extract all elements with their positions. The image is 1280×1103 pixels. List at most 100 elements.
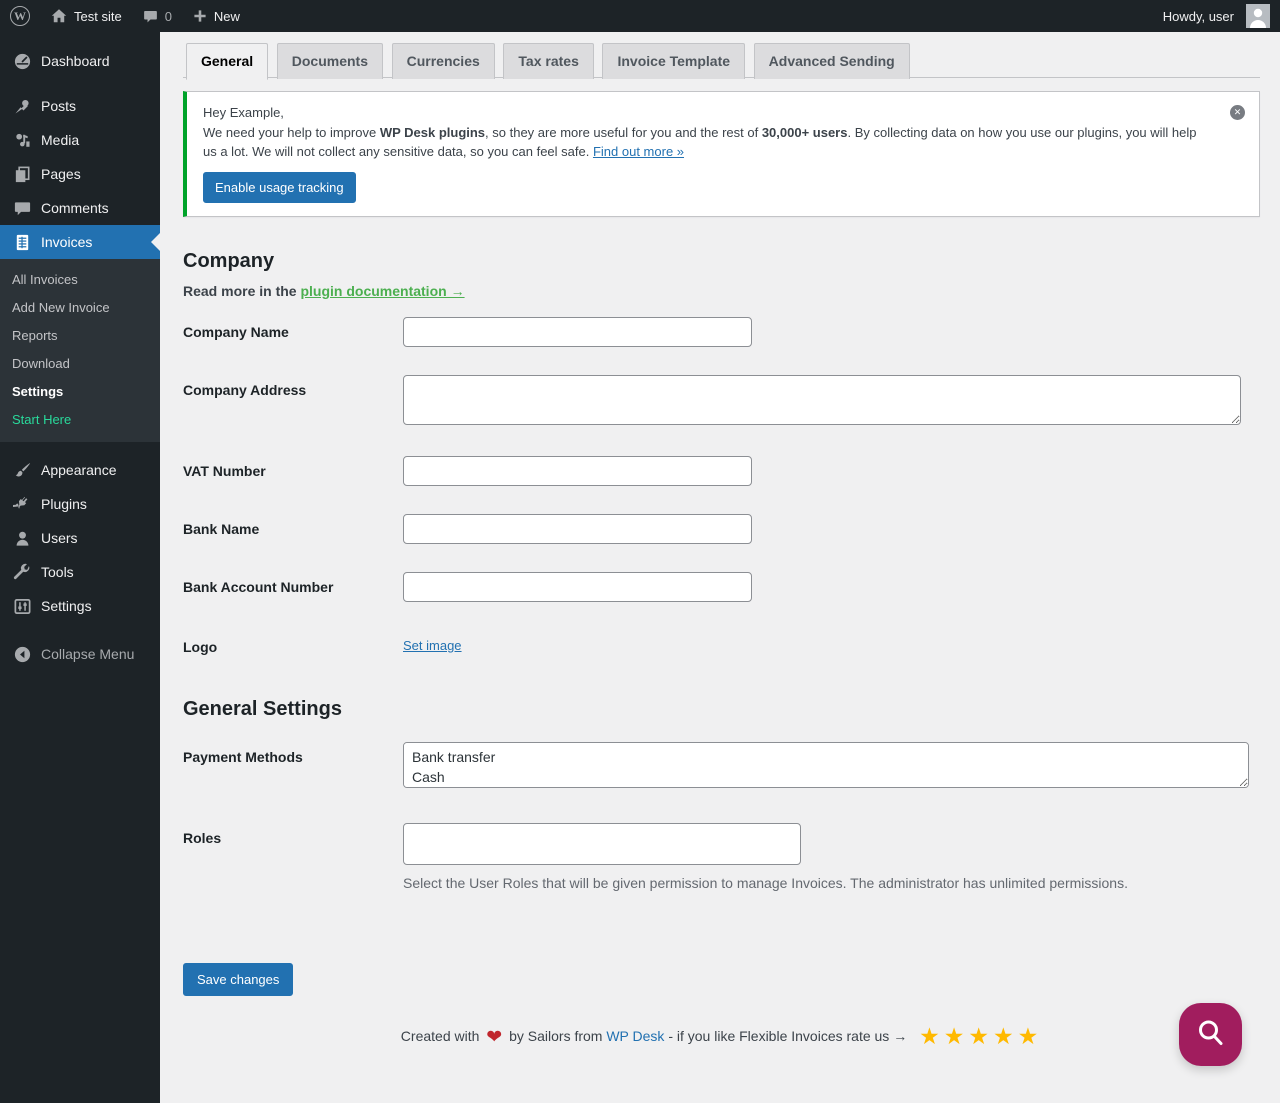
user-icon xyxy=(12,528,32,548)
sidebar-item-plugins[interactable]: Plugins xyxy=(0,487,160,521)
sidebar-item-media[interactable]: Media xyxy=(0,123,160,157)
new-label: New xyxy=(213,8,240,24)
submenu-add-new-invoice[interactable]: Add New Invoice xyxy=(0,294,160,322)
submenu-reports[interactable]: Reports xyxy=(0,322,160,350)
wordpress-logo-icon: W xyxy=(10,6,30,26)
bank-account-number-label: Bank Account Number xyxy=(183,579,334,595)
tab-advanced-sending[interactable]: Advanced Sending xyxy=(753,43,910,80)
sidebar-item-pages[interactable]: Pages xyxy=(0,157,160,191)
sidebar-item-appearance[interactable]: Appearance xyxy=(0,453,160,487)
sidebar-label-pages: Pages xyxy=(41,166,81,182)
comment-bubble-icon xyxy=(142,8,159,25)
payment-methods-label: Payment Methods xyxy=(183,748,303,765)
admin-bar-left: W Test site 0 New xyxy=(0,0,250,32)
media-icon xyxy=(12,130,32,150)
my-account-menu[interactable]: Howdy, user xyxy=(1153,0,1280,32)
find-out-more-link[interactable]: Find out more » xyxy=(593,144,684,159)
submenu-settings[interactable]: Settings xyxy=(0,378,160,406)
vat-number-label: VAT Number xyxy=(183,463,266,479)
sidebar-label-posts: Posts xyxy=(41,98,77,114)
created-with-text: Created with xyxy=(400,1028,480,1045)
sidebar-item-dashboard[interactable]: Dashboard xyxy=(0,44,160,78)
site-name-link[interactable]: Test site xyxy=(40,0,132,32)
wrench-icon xyxy=(12,562,32,582)
company-name-row: Company Name xyxy=(183,303,1260,361)
company-name-input[interactable] xyxy=(403,317,752,347)
sidebar-label-tools: Tools xyxy=(41,564,74,580)
sliders-icon xyxy=(12,596,32,616)
general-settings-form: Payment Methods Bank transfer Cash Roles… xyxy=(183,726,1260,908)
set-image-link[interactable]: Set image xyxy=(403,638,462,653)
sidebar-item-invoices[interactable]: Invoices xyxy=(0,225,160,259)
rating-stars[interactable]: ★★★★★ xyxy=(919,1023,1042,1049)
search-icon xyxy=(1194,1016,1228,1053)
bank-account-number-row: Bank Account Number xyxy=(183,558,1260,616)
sidebar-item-tools[interactable]: Tools xyxy=(0,555,160,589)
pages-icon xyxy=(12,164,32,184)
bank-account-number-input[interactable] xyxy=(403,572,752,602)
tab-documents[interactable]: Documents xyxy=(276,43,383,80)
dismiss-notice-icon[interactable]: ✕ xyxy=(1230,105,1245,120)
company-address-label: Company Address xyxy=(183,382,307,398)
invoice-document-icon xyxy=(12,232,32,252)
tab-currencies[interactable]: Currencies xyxy=(391,43,495,80)
read-more-line: Read more in the plugin documentation → xyxy=(183,283,465,299)
avatar xyxy=(1246,4,1270,28)
roles-help-text: Select the User Roles that will be given… xyxy=(403,874,1128,891)
payment-methods-textarea[interactable]: Bank transfer Cash xyxy=(403,741,1249,788)
enable-usage-tracking-button[interactable]: Enable usage tracking xyxy=(203,172,356,203)
heart-icon: ❤ xyxy=(486,1027,503,1049)
tab-invoice-template[interactable]: Invoice Template xyxy=(602,43,746,80)
payment-methods-row: Payment Methods Bank transfer Cash xyxy=(183,726,1260,805)
settings-tab-bar: General Documents Currencies Tax rates I… xyxy=(183,42,1260,81)
sidebar-label-media: Media xyxy=(41,132,80,148)
new-content-link[interactable]: New xyxy=(182,0,250,32)
tab-general[interactable]: General xyxy=(186,43,269,81)
sidebar-label-users: Users xyxy=(41,530,78,546)
by-sailors-text: by Sailors from xyxy=(509,1028,603,1045)
pushpin-icon xyxy=(12,96,32,116)
bank-name-input[interactable] xyxy=(403,514,752,544)
invoices-submenu: All Invoices Add New Invoice Reports Dow… xyxy=(0,259,160,442)
sidebar-label-comments: Comments xyxy=(41,200,109,216)
plus-icon xyxy=(192,8,208,24)
comments-admin-bar-link[interactable]: 0 xyxy=(132,0,182,32)
sidebar-item-settings[interactable]: Settings xyxy=(0,589,160,623)
bank-name-label: Bank Name xyxy=(183,521,260,537)
sidebar-item-users[interactable]: Users xyxy=(0,521,160,555)
vat-number-row: VAT Number xyxy=(183,442,1260,500)
collapse-menu-button[interactable]: Collapse Menu xyxy=(0,637,160,671)
collapse-arrow-icon xyxy=(12,644,32,664)
admin-bar: W Test site 0 New Howdy, user xyxy=(0,0,1280,32)
paintbrush-icon xyxy=(12,460,32,480)
comment-count: 0 xyxy=(164,8,172,24)
tab-tax-rates[interactable]: Tax rates xyxy=(503,43,594,80)
general-settings-heading: General Settings xyxy=(183,697,342,720)
sidebar-item-posts[interactable]: Posts xyxy=(0,89,160,123)
roles-multiselect[interactable] xyxy=(403,822,801,865)
company-heading: Company xyxy=(183,250,275,272)
company-form: Company Name Company Address VAT Number … xyxy=(183,303,1260,672)
sidebar-item-comments[interactable]: Comments xyxy=(0,191,160,225)
company-name-label: Company Name xyxy=(183,324,289,340)
logo-row: Logo Set image xyxy=(183,616,1260,672)
roles-label: Roles xyxy=(183,829,222,846)
wp-desk-link[interactable]: WP Desk xyxy=(606,1028,664,1044)
roles-row: Roles Select the User Roles that will be… xyxy=(183,805,1260,908)
sidebar-label-invoices: Invoices xyxy=(41,234,93,250)
plugin-documentation-link[interactable]: plugin documentation → xyxy=(300,283,464,299)
submenu-download[interactable]: Download xyxy=(0,350,160,378)
dashboard-icon xyxy=(12,51,32,71)
plug-icon xyxy=(12,494,32,514)
sidebar-label-appearance: Appearance xyxy=(41,462,117,478)
save-changes-button[interactable]: Save changes xyxy=(183,963,294,997)
help-beacon-button[interactable] xyxy=(1179,1003,1242,1066)
vat-number-input[interactable] xyxy=(403,456,752,486)
admin-bar-right: Howdy, user xyxy=(1153,0,1280,32)
submenu-start-here[interactable]: Start Here xyxy=(0,406,160,434)
company-address-textarea[interactable] xyxy=(403,375,1241,425)
collapse-menu-label: Collapse Menu xyxy=(41,646,135,662)
main-content: General Documents Currencies Tax rates I… xyxy=(160,0,1280,1103)
wordpress-logo-menu[interactable]: W xyxy=(0,0,40,32)
submenu-all-invoices[interactable]: All Invoices xyxy=(0,266,160,294)
